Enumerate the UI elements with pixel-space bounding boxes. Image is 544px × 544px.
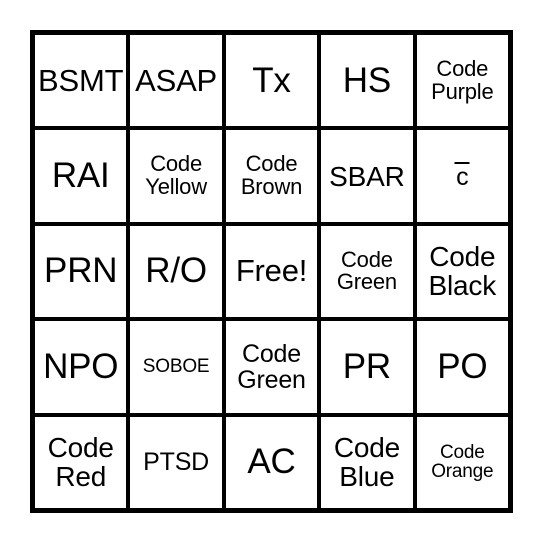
bingo-cell-label: RAI: [51, 155, 110, 195]
bingo-cell-r3c1[interactable]: PRN: [35, 225, 127, 318]
bingo-cell-label: Code Orange: [431, 441, 494, 483]
bingo-cell-r2c5[interactable]: c: [416, 130, 508, 222]
bingo-cell-r1c3[interactable]: Tx: [225, 35, 318, 127]
bingo-cell-label: NPO: [43, 346, 119, 386]
bingo-cell-r5c4[interactable]: Code Blue: [321, 416, 413, 508]
bingo-cell-r2c3[interactable]: Code Brown: [225, 130, 318, 222]
bingo-cell-label: PR: [342, 346, 391, 386]
bingo-cell-r3c4[interactable]: Code Green: [321, 225, 413, 318]
bingo-cell-r4c2[interactable]: SOBOE: [130, 321, 222, 413]
bingo-cell-label: HS: [342, 60, 391, 100]
bingo-cell-label: Code Red: [47, 432, 114, 493]
bingo-cell-label: Code Black: [428, 241, 497, 302]
bingo-cell-r4c3[interactable]: Code Green: [225, 321, 318, 413]
bingo-cell-label: ASAP: [135, 62, 218, 98]
bingo-cell-r4c1[interactable]: NPO: [35, 321, 127, 413]
bingo-cell-r1c5[interactable]: Code Purple: [416, 35, 508, 127]
bingo-cell-r4c5[interactable]: PO: [416, 321, 508, 413]
bingo-cell-label: PO: [437, 346, 488, 386]
bingo-cell-label: SOBOE: [142, 356, 210, 378]
bingo-card-root: BSMT ASAP Tx HS Code Purple RAI Code Yellow Cod…: [0, 0, 544, 544]
bingo-cell-r4c4[interactable]: PR: [321, 321, 413, 413]
bingo-cell-label: AC: [247, 442, 296, 482]
bingo-cell-r5c5[interactable]: Code Orange: [416, 416, 508, 508]
bingo-cell-r2c2[interactable]: Code Yellow: [130, 130, 222, 222]
bingo-cell-r2c1[interactable]: RAI: [35, 130, 127, 222]
bingo-cell-r3c5[interactable]: Code Black: [416, 225, 508, 318]
bingo-cell-r1c1[interactable]: BSMT: [35, 35, 127, 127]
bingo-cell-label: R/O: [145, 251, 207, 291]
bingo-cell-r1c2[interactable]: ASAP: [130, 35, 222, 127]
bingo-cell-r5c3[interactable]: AC: [225, 416, 318, 508]
bingo-cell-r3c3[interactable]: Free!: [225, 225, 318, 318]
bingo-cell-label: PTSD: [143, 448, 210, 477]
bingo-cell-r1c4[interactable]: HS: [321, 35, 413, 127]
bingo-cell-label: Code Yellow: [145, 151, 207, 200]
bingo-cell-r5c2[interactable]: PTSD: [130, 416, 222, 508]
bingo-grid: BSMT ASAP Tx HS Code Purple RAI Code Yellow Cod…: [30, 30, 513, 513]
bingo-cell-r5c1[interactable]: Code Red: [35, 416, 127, 508]
bingo-cell-label: PRN: [44, 251, 118, 291]
bingo-cell-label: Code Purple: [431, 55, 494, 104]
bingo-cell-r3c2[interactable]: R/O: [130, 225, 222, 318]
bingo-cell-label: BSMT: [38, 62, 124, 98]
overline-bar-icon: [454, 162, 470, 165]
bingo-cell-label: Code Green: [237, 339, 306, 394]
bingo-cell-label: Code Brown: [240, 151, 303, 200]
bingo-cell-label: Free!: [235, 253, 308, 289]
bingo-cell-label: c: [454, 162, 470, 192]
bingo-cell-label: Code Green: [336, 246, 397, 295]
bingo-cell-label: Tx: [252, 60, 291, 100]
bingo-cell-label: Code Blue: [333, 432, 400, 493]
bingo-cell-r2c4[interactable]: SBAR: [321, 130, 413, 222]
bingo-cell-label: SBAR: [329, 160, 405, 192]
